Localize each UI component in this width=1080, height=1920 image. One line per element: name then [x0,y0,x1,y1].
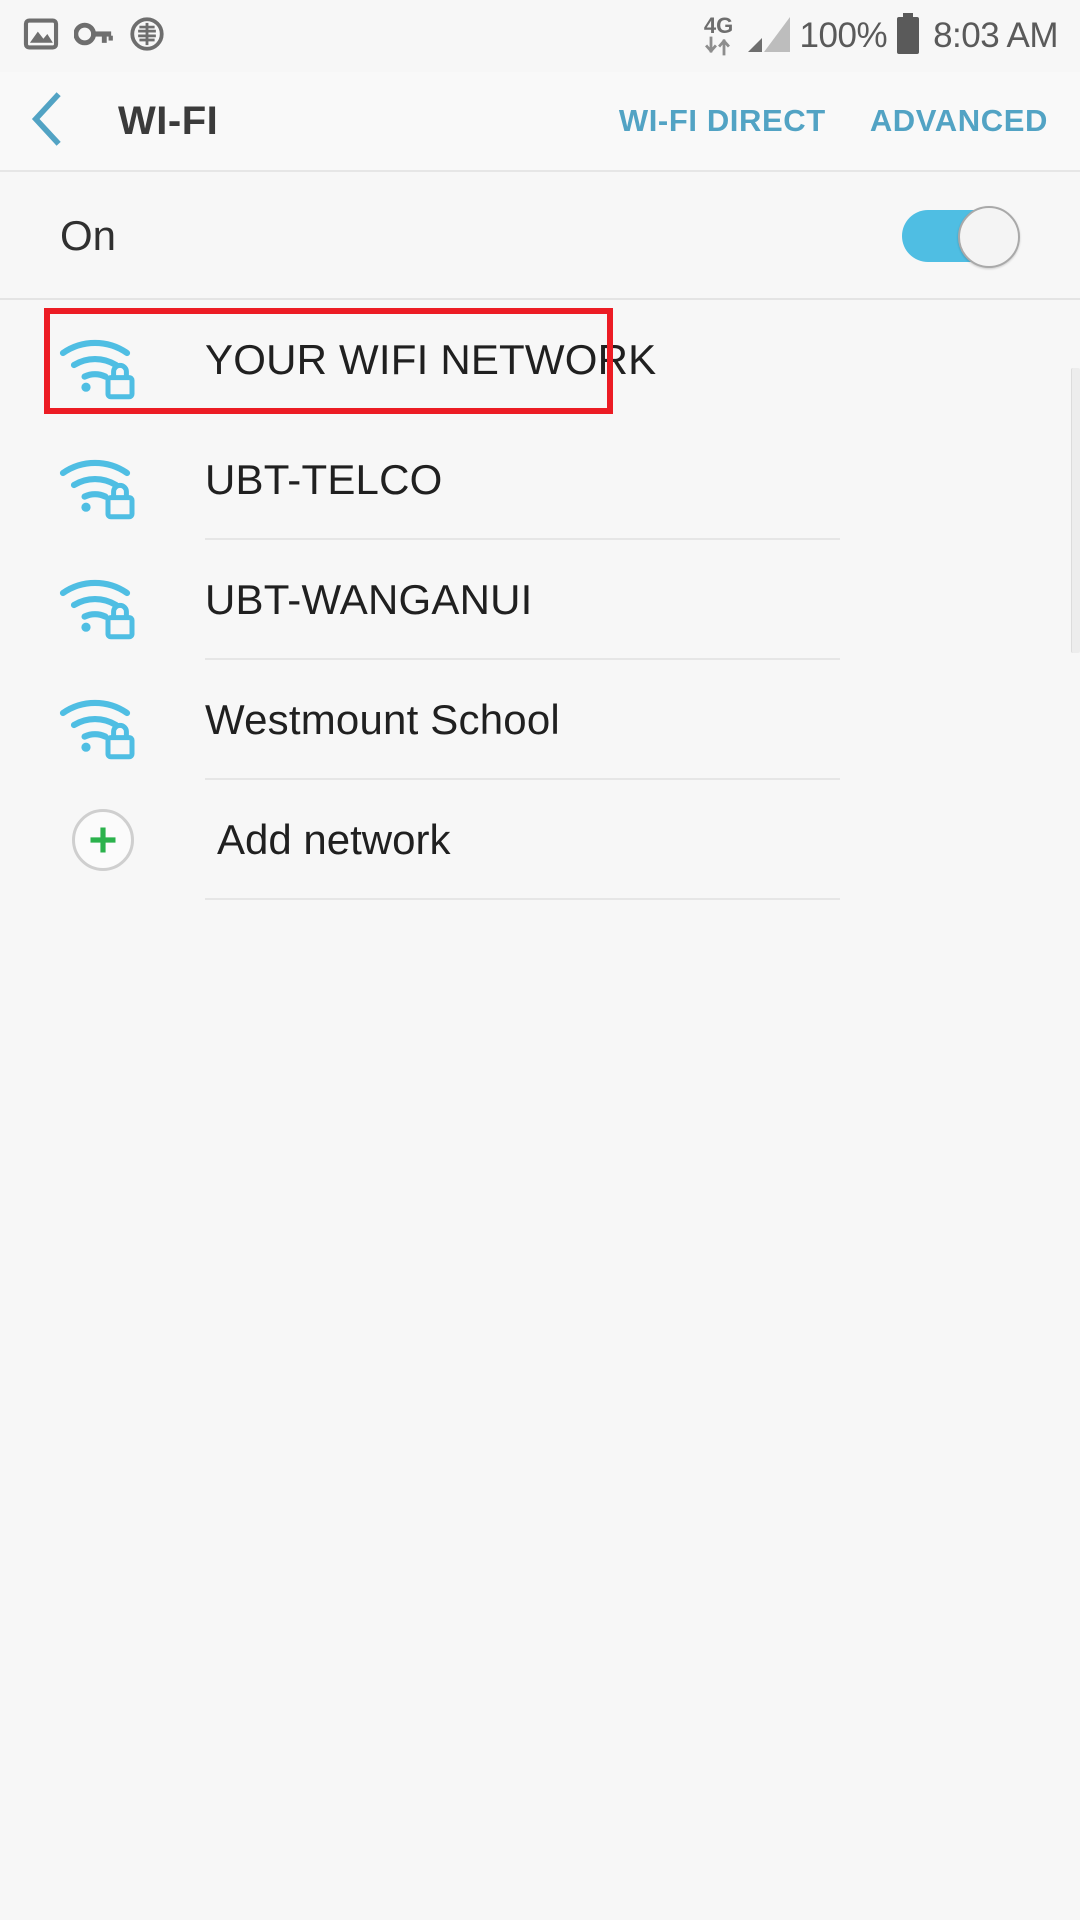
battery-icon [895,12,921,60]
network-generation-label: 4G [703,13,734,38]
wifi-network-row-2[interactable]: UBT-WANGANUI [0,540,1080,660]
wifi-network-row-3[interactable]: Westmount School [0,660,1080,780]
wifi-network-name: UBT-WANGANUI [205,576,533,623]
status-bar-left-icons [22,15,166,58]
battery-percent-label: 100% [799,16,888,55]
wifi-signal-lock-icon [0,560,205,640]
wifi-network-name: UBT-TELCO [205,456,443,503]
back-button[interactable] [0,71,96,171]
status-bar: 4G 100% 8:03 AM [0,0,1080,72]
wifi-network-name: Westmount School [205,696,560,743]
wifi-direct-button[interactable]: WI-FI DIRECT [619,103,826,139]
plus-icon [71,809,134,871]
wifi-toggle-label: On [60,212,117,259]
wifi-settings-screen: 4G 100% 8:03 AM WI-FI WI-FI DIRECT ADVAN… [0,0,1080,1920]
add-network-row[interactable]: Add network [0,780,1080,900]
mobile-network-type-icon: 4G [702,13,736,56]
clock-label: 8:03 AM [933,16,1058,55]
add-network-label: Add network [217,816,451,863]
wifi-toggle-row[interactable]: On [0,174,1080,300]
chevron-left-icon [26,91,70,152]
wifi-network-row-0[interactable]: YOUR WIFI NETWORK [0,300,1080,420]
wifi-signal-lock-icon [0,680,205,760]
add-network-icon-wrap [0,809,205,871]
page-title: WI-FI [118,98,219,143]
row-divider [205,898,840,900]
key-icon [73,17,114,56]
advanced-button[interactable]: ADVANCED [870,103,1048,139]
wifi-network-name: YOUR WIFI NETWORK [205,336,657,383]
vertical-scrollbar[interactable] [1071,368,1080,653]
wifi-network-list: YOUR WIFI NETWORK UBT-TELCO UBT-WANGANUI… [0,300,1080,900]
wifi-signal-lock-icon [0,320,205,400]
app-bar: WI-FI WI-FI DIRECT ADVANCED [0,72,1080,172]
status-bar-right-icons: 4G 100% 8:03 AM [702,12,1058,60]
app-bar-actions: WI-FI DIRECT ADVANCED [619,103,1080,139]
data-saver-icon [128,15,166,58]
wifi-toggle-switch[interactable] [902,206,1020,268]
switch-thumb [958,206,1020,268]
image-icon [22,15,60,58]
cellular-signal-icon [746,14,792,59]
wifi-signal-lock-icon [0,440,205,520]
wifi-network-row-1[interactable]: UBT-TELCO [0,420,1080,540]
